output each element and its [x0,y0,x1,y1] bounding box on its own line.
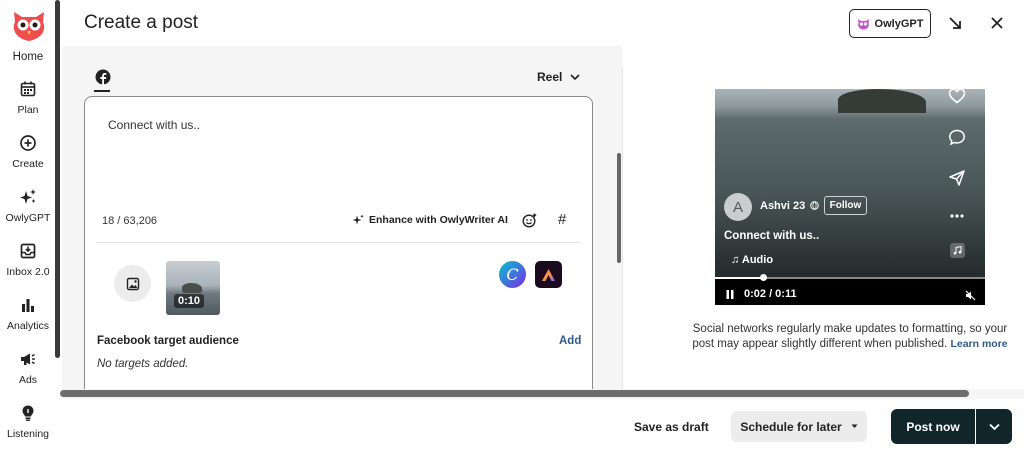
plus-circle-icon [20,135,36,151]
preview-caption: Connect with us.. [724,230,820,242]
calendar-icon [20,81,36,97]
sidebar-item-inbox[interactable]: Inbox 2.0 [0,242,56,278]
pane-divider [622,66,623,390]
sidebar-item-ads[interactable]: Ads [0,350,56,386]
avatar: A [724,193,752,221]
thumbnail-rock-shape [182,283,202,293]
video-progress-fill [715,277,764,279]
preview-username: Ashvi 23 [760,200,806,212]
sidebar-scrollbar[interactable] [55,0,60,358]
caret-down-icon [851,424,858,428]
preview-disclaimer: Social networks regularly make updates t… [690,322,1010,351]
lightbulb-icon [22,405,34,421]
save-draft-button[interactable]: Save as draft [634,420,709,434]
chevron-down-icon [988,423,1000,430]
editor-scrollbar[interactable] [617,153,621,263]
bar-chart-icon [22,299,34,312]
learn-more-link[interactable]: Learn more [950,338,1007,350]
follow-button: Follow [824,196,867,215]
schedule-label: Schedule for later [740,419,842,434]
audience-add-link[interactable]: Add [559,335,581,347]
add-media-button[interactable] [114,265,151,302]
follow-label: Follow [829,200,862,211]
preview-audio-label: ♫ Audio [731,254,774,266]
preview-island-shape [838,89,926,113]
schedule-later-button[interactable]: Schedule for later [731,411,867,442]
canva-logo-letter: C [506,265,519,284]
heart-icon [948,88,966,104]
sidebar-item-label: Listening [6,428,50,440]
mute-icon[interactable] [965,290,976,301]
video-duration-badge: 0:10 [174,294,205,308]
sidebar-item-label: Ads [18,374,38,386]
inbox-icon [20,243,36,259]
hashtag-button[interactable]: # [558,211,566,228]
post-options-dropdown[interactable] [976,409,1012,444]
owlygpt-button[interactable]: OwlyGPT [849,9,931,38]
owlygpt-label: OwlyGPT [874,17,924,30]
music-note-icon [953,246,962,255]
more-options-icon [950,214,964,218]
chevron-down-icon [570,73,580,80]
sparkle-icon [20,189,36,204]
sidebar-item-label: Analytics [6,320,49,332]
audience-section-title: Facebook target audience [97,335,239,347]
audio-tile [950,243,965,258]
adobe-express-button[interactable] [535,261,562,288]
post-now-button[interactable]: Post now [891,409,975,444]
canva-button[interactable]: C [499,261,526,288]
horizontal-scrollbar[interactable] [60,390,969,397]
send-icon [949,170,965,186]
sidebar-item-plan[interactable]: Plan [0,80,56,116]
megaphone-icon [21,353,35,365]
post-composer [84,96,593,396]
page-title: Create a post [84,12,199,33]
sidebar-item-label: Create [12,158,44,170]
comment-icon [949,129,965,146]
composer-divider [96,242,580,243]
sidebar-item-label: OwlyGPT [5,212,51,224]
enhance-label: Enhance with OwlyWriter AI [369,214,508,226]
audience-empty-text: No targets added. [97,358,189,370]
post-type-dropdown[interactable]: Reel [537,70,580,84]
sidebar-item-owlygpt[interactable]: OwlyGPT [0,188,56,224]
adobe-express-icon [542,268,555,281]
avatar-letter: A [732,198,743,216]
sidebar: Home Plan Create OwlyGPT Inbox 2.0 Analy… [0,0,58,456]
sidebar-item-home[interactable]: Home [0,51,56,63]
video-time: 0:02 / 0:11 [744,288,797,300]
enhance-owlywriter-button[interactable]: Enhance with OwlyWriter AI [352,214,508,226]
image-icon [126,277,139,290]
owl-icon [857,18,869,29]
close-icon[interactable] [987,13,1007,33]
post-type-label: Reel [537,70,563,84]
sidebar-item-label: Home [12,51,44,63]
sidebar-item-label: Inbox 2.0 [6,266,50,278]
footer [62,399,1024,456]
pause-icon[interactable] [726,290,734,299]
header: Create a post OwlyGPT [62,0,1024,46]
post-text-input[interactable]: Connect with us.. [108,118,200,132]
globe-icon [810,201,819,210]
hootsuite-owl-logo-icon[interactable] [10,8,48,44]
facebook-icon[interactable] [95,69,111,85]
character-count: 18 / 63,206 [102,215,158,227]
emoji-add-icon[interactable] [522,213,537,228]
facebook-tab-indicator [94,90,110,92]
sidebar-item-create[interactable]: Create [0,134,56,170]
sparkle-icon [352,214,364,225]
sidebar-item-listening[interactable]: Listening [0,404,56,440]
sidebar-item-label: Plan [17,104,39,116]
sidebar-item-analytics[interactable]: Analytics [0,296,56,332]
minimize-arrow-icon[interactable] [945,13,965,33]
post-now-label: Post now [906,419,960,434]
